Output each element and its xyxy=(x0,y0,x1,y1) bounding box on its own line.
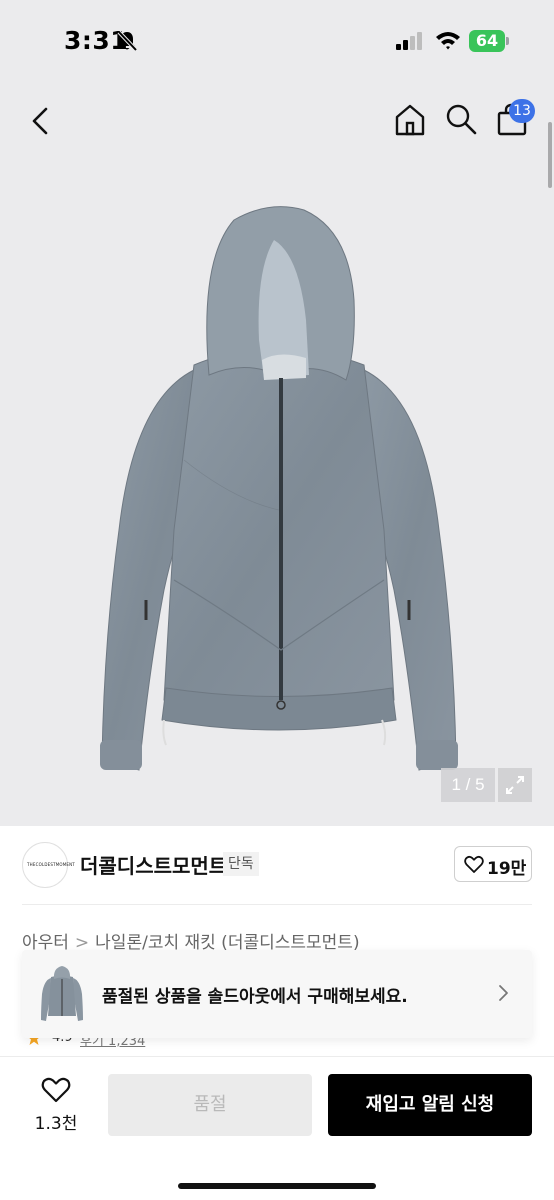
cart-count-badge: 13 xyxy=(509,99,535,123)
status-bar: 3:31 64 xyxy=(0,0,554,84)
wishlist-heart-icon[interactable] xyxy=(41,1077,71,1104)
brand-logo[interactable]: THECOLDESTMOMENT xyxy=(22,842,75,888)
cellular-signal-icon xyxy=(396,32,422,50)
back-icon[interactable] xyxy=(26,104,56,138)
battery-cap xyxy=(506,37,509,45)
exclusive-badge: 단독 xyxy=(223,852,259,876)
brand-logo-text: THECOLDESTMOMENT xyxy=(27,862,75,867)
image-counter: 1 / 5 xyxy=(441,768,495,802)
like-count: 19만 xyxy=(487,859,527,879)
product-hero: 3:31 64 13 1 / 5 xyxy=(0,0,554,826)
brand-like-button[interactable]: 19만 xyxy=(454,846,532,882)
banner-product-thumbnail xyxy=(41,966,83,1021)
bottom-action-bar: 1.3천 품절 재입고 알림 신청 xyxy=(0,1056,554,1200)
bell-muted-icon xyxy=(117,30,138,52)
restock-alert-button[interactable]: 재입고 알림 신청 xyxy=(328,1074,532,1136)
scrollbar-thumb xyxy=(548,122,552,188)
expand-icon[interactable] xyxy=(498,768,532,802)
home-icon[interactable] xyxy=(392,102,428,138)
chevron-right-icon xyxy=(499,985,508,1001)
top-navigation xyxy=(0,90,554,154)
heart-icon xyxy=(464,855,484,873)
brand-row: THECOLDESTMOMENT 더콜디스트모먼트 단독 19만 xyxy=(0,836,554,900)
soldout-banner[interactable]: 품절된 상품을 솔드아웃에서 구매해보세요. xyxy=(22,950,532,1038)
home-indicator xyxy=(178,1183,376,1189)
product-image-jacket[interactable] xyxy=(84,200,474,790)
soldout-button: 품절 xyxy=(108,1074,312,1136)
wishlist-count: 1.3천 xyxy=(34,1114,78,1134)
search-icon[interactable] xyxy=(444,102,478,136)
divider xyxy=(22,904,532,905)
battery-indicator: 64 xyxy=(469,30,509,52)
brand-name[interactable]: 더콜디스트모먼트 xyxy=(80,850,227,879)
wifi-icon xyxy=(436,32,460,50)
battery-level: 64 xyxy=(475,31,499,50)
soldout-banner-text: 품절된 상품을 솔드아웃에서 구매해보세요. xyxy=(102,987,408,1007)
